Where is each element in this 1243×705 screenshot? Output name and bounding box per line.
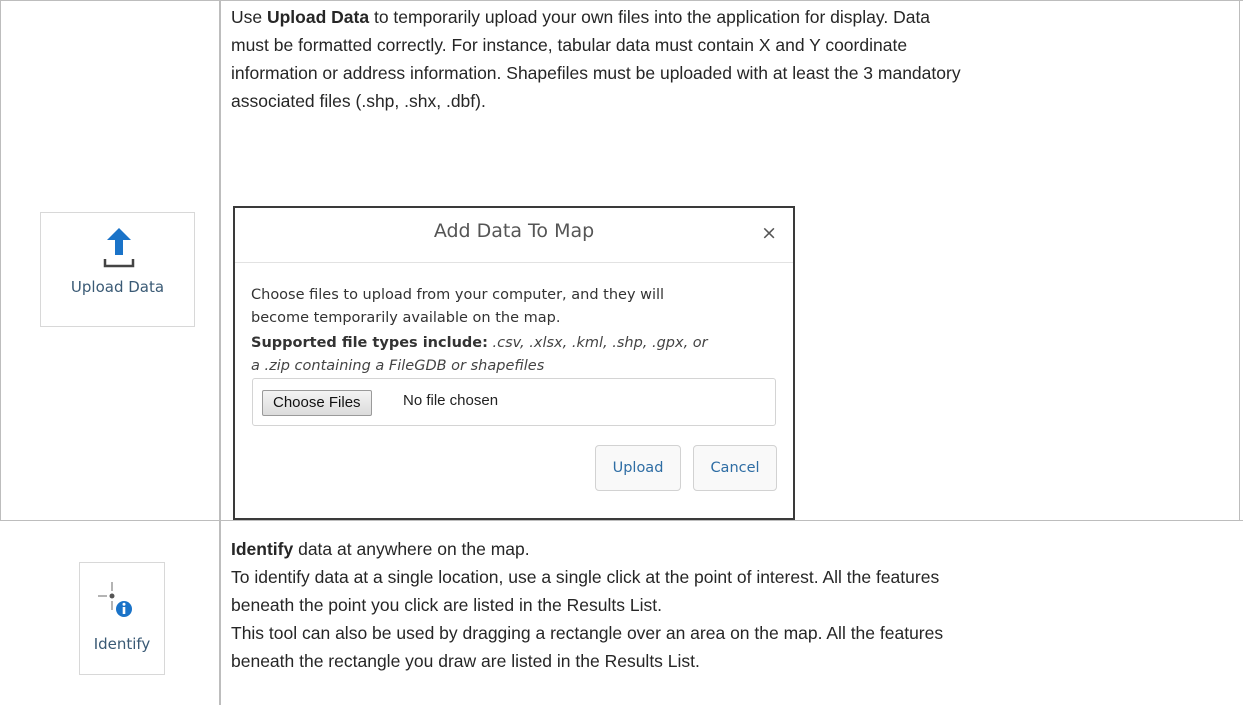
identify-icon bbox=[96, 580, 140, 624]
table-border-top bbox=[0, 0, 1243, 1]
upload-description-line: associated files (.shp, .shx, .dbf). bbox=[231, 91, 486, 111]
upload-data-bold: Upload Data bbox=[266, 7, 370, 27]
close-icon[interactable]: × bbox=[761, 222, 777, 244]
table-border-left bbox=[0, 0, 1, 520]
identify-button[interactable]: Identify bbox=[79, 562, 165, 675]
identify-description: Identify data at anywhere on the map. To… bbox=[231, 535, 943, 675]
identify-description-line: beneath the point you click are listed i… bbox=[231, 595, 662, 615]
upload-description-line: Use Upload Data to temporarily upload yo… bbox=[231, 7, 931, 27]
identify-description-line: This tool can also be used by dragging a… bbox=[231, 623, 944, 643]
upload-description: Use Upload Data to temporarily upload yo… bbox=[231, 3, 961, 115]
supported-label: Supported file types include: bbox=[251, 335, 488, 351]
dialog-header: Add Data To Map × bbox=[235, 208, 793, 263]
dialog-title: Add Data To Map bbox=[433, 220, 595, 242]
identify-description-line: To identify data at a single location, u… bbox=[231, 567, 940, 587]
upload-description-line: must be formatted correctly. For instanc… bbox=[231, 35, 908, 55]
upload-icon bbox=[103, 228, 135, 268]
cancel-button[interactable]: Cancel bbox=[693, 445, 777, 491]
dialog-instructions: Choose files to upload from your compute… bbox=[251, 287, 665, 326]
identify-description-line: Identify data at anywhere on the map. bbox=[231, 539, 530, 559]
no-file-chosen-text: No file chosen bbox=[403, 392, 499, 409]
upload-description-line: information or address information. Shap… bbox=[231, 63, 961, 83]
table-column-divider bbox=[219, 0, 221, 705]
identify-label: Identify bbox=[93, 635, 151, 653]
upload-data-label: Upload Data bbox=[70, 278, 165, 296]
identify-bold: Identify bbox=[231, 539, 294, 559]
table-border-right bbox=[1239, 0, 1240, 520]
file-input[interactable]: Choose Files No file chosen bbox=[252, 378, 776, 426]
add-data-dialog: Add Data To Map × Choose files to upload… bbox=[233, 206, 795, 520]
upload-button[interactable]: Upload bbox=[595, 445, 681, 491]
identify-description-line: beneath the rectangle you draw are liste… bbox=[231, 651, 700, 671]
supported-file-types: Supported file types include: .csv, .xls… bbox=[251, 335, 708, 374]
upload-data-button[interactable]: Upload Data bbox=[40, 212, 195, 327]
choose-files-button[interactable]: Choose Files bbox=[262, 390, 372, 416]
table-row-divider bbox=[0, 520, 1243, 521]
